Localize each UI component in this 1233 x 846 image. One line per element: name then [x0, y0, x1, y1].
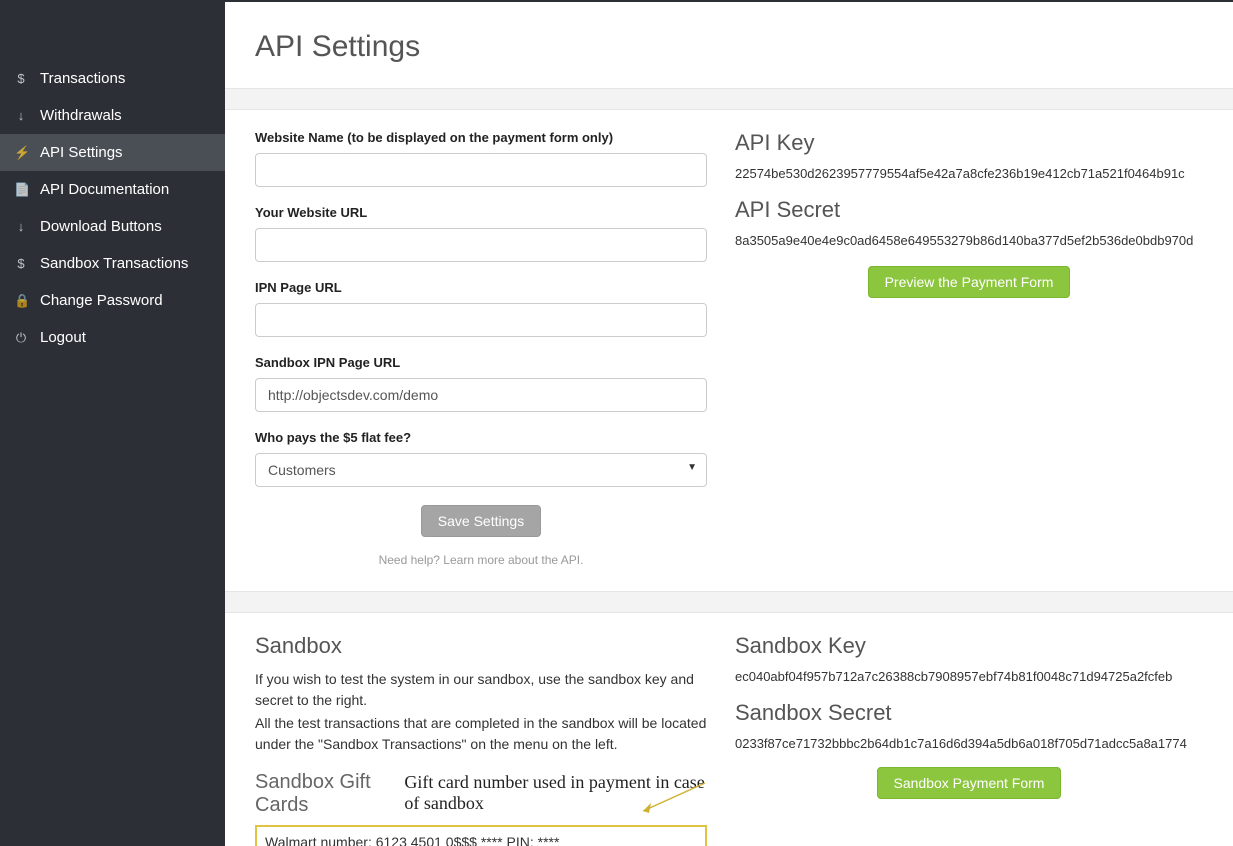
sidebar-item-label: Change Password — [40, 292, 163, 309]
help-link[interactable]: Need help? Learn more about the API. — [255, 553, 707, 567]
ipn-url-label: IPN Page URL — [255, 280, 707, 295]
website-name-label: Website Name (to be displayed on the pay… — [255, 130, 707, 145]
sandbox-info: Sandbox If you wish to test the system i… — [255, 633, 707, 846]
api-secret-heading: API Secret — [735, 197, 1203, 223]
sidebar-item-label: Transactions — [40, 70, 125, 87]
sandbox-panel: Sandbox If you wish to test the system i… — [225, 613, 1233, 846]
sidebar-item-api-settings[interactable]: ⚡ API Settings — [0, 134, 225, 171]
website-url-input[interactable] — [255, 228, 707, 262]
settings-form: Website Name (to be displayed on the pay… — [255, 130, 707, 567]
website-name-input[interactable] — [255, 153, 707, 187]
main-content: API Settings Website Name (to be display… — [225, 0, 1233, 846]
sandbox-credentials: Sandbox Key ec040abf04f957b712a7c26388cb… — [735, 633, 1203, 846]
sidebar-item-download-buttons[interactable]: ↓ Download Buttons — [0, 208, 225, 245]
sidebar-item-withdrawals[interactable]: ↓ Withdrawals — [0, 97, 225, 134]
sidebar-item-label: API Settings — [40, 144, 123, 161]
sandbox-description-2: All the test transactions that are compl… — [255, 713, 707, 755]
sidebar-item-change-password[interactable]: 🔒 Change Password — [0, 282, 225, 319]
dollar-icon: $ — [14, 256, 28, 271]
sandbox-heading: Sandbox — [255, 633, 707, 659]
gift-card-line: Walmart number: 6123 4501 0$$$ **** PIN:… — [265, 833, 697, 846]
api-credentials: API Key 22574be530d2623957779554af5e42a7… — [735, 130, 1203, 567]
bolt-icon: ⚡ — [14, 145, 28, 161]
fee-payer-select[interactable]: Customers — [255, 453, 707, 487]
api-key-value: 22574be530d2623957779554af5e42a7a8cfe236… — [735, 166, 1203, 181]
download-icon: ↓ — [14, 108, 28, 123]
sandbox-gift-cards-box: Walmart number: 6123 4501 0$$$ **** PIN:… — [255, 825, 707, 846]
dollar-icon: $ — [14, 71, 28, 86]
gift-card-annotation: Gift card number used in payment in case… — [404, 772, 707, 814]
page-title: API Settings — [225, 2, 1233, 88]
preview-payment-form-button[interactable]: Preview the Payment Form — [868, 266, 1071, 298]
sandbox-description-1: If you wish to test the system in our sa… — [255, 669, 707, 711]
sidebar-item-label: Withdrawals — [40, 107, 122, 124]
ipn-url-input[interactable] — [255, 303, 707, 337]
website-url-label: Your Website URL — [255, 205, 707, 220]
sidebar-item-label: Download Buttons — [40, 218, 162, 235]
api-key-heading: API Key — [735, 130, 1203, 156]
sandbox-ipn-url-label: Sandbox IPN Page URL — [255, 355, 707, 370]
sidebar-item-transactions[interactable]: $ Transactions — [0, 60, 225, 97]
sidebar: $ Transactions ↓ Withdrawals ⚡ API Setti… — [0, 0, 225, 846]
sandbox-key-heading: Sandbox Key — [735, 633, 1203, 659]
lock-icon: 🔒 — [14, 293, 28, 309]
sidebar-item-label: Logout — [40, 329, 86, 346]
sandbox-secret-heading: Sandbox Secret — [735, 700, 1203, 726]
sandbox-secret-value: 0233f87ce71732bbbc2b64db1c7a16d6d394a5db… — [735, 736, 1203, 751]
sandbox-gift-cards-heading: Sandbox Gift Cards — [255, 771, 392, 817]
sidebar-item-label: Sandbox Transactions — [40, 255, 188, 272]
sidebar-item-label: API Documentation — [40, 181, 169, 198]
api-secret-value: 8a3505a9e40e4e9c0ad6458e649553279b86d140… — [735, 233, 1203, 248]
sidebar-item-logout[interactable]: ⏻ Logout — [0, 319, 225, 356]
save-settings-button[interactable]: Save Settings — [421, 505, 541, 537]
file-icon: 📄 — [14, 182, 28, 198]
settings-panel: Website Name (to be displayed on the pay… — [225, 110, 1233, 591]
section-divider — [225, 88, 1233, 110]
fee-payer-label: Who pays the $5 flat fee? — [255, 430, 707, 445]
sandbox-payment-form-button[interactable]: Sandbox Payment Form — [877, 767, 1062, 799]
section-divider — [225, 591, 1233, 613]
sidebar-item-api-documentation[interactable]: 📄 API Documentation — [0, 171, 225, 208]
download-icon: ↓ — [14, 219, 28, 234]
sandbox-ipn-url-input[interactable] — [255, 378, 707, 412]
power-icon: ⏻ — [14, 330, 28, 346]
sandbox-key-value: ec040abf04f957b712a7c26388cb7908957ebf74… — [735, 669, 1203, 684]
sidebar-item-sandbox-transactions[interactable]: $ Sandbox Transactions — [0, 245, 225, 282]
